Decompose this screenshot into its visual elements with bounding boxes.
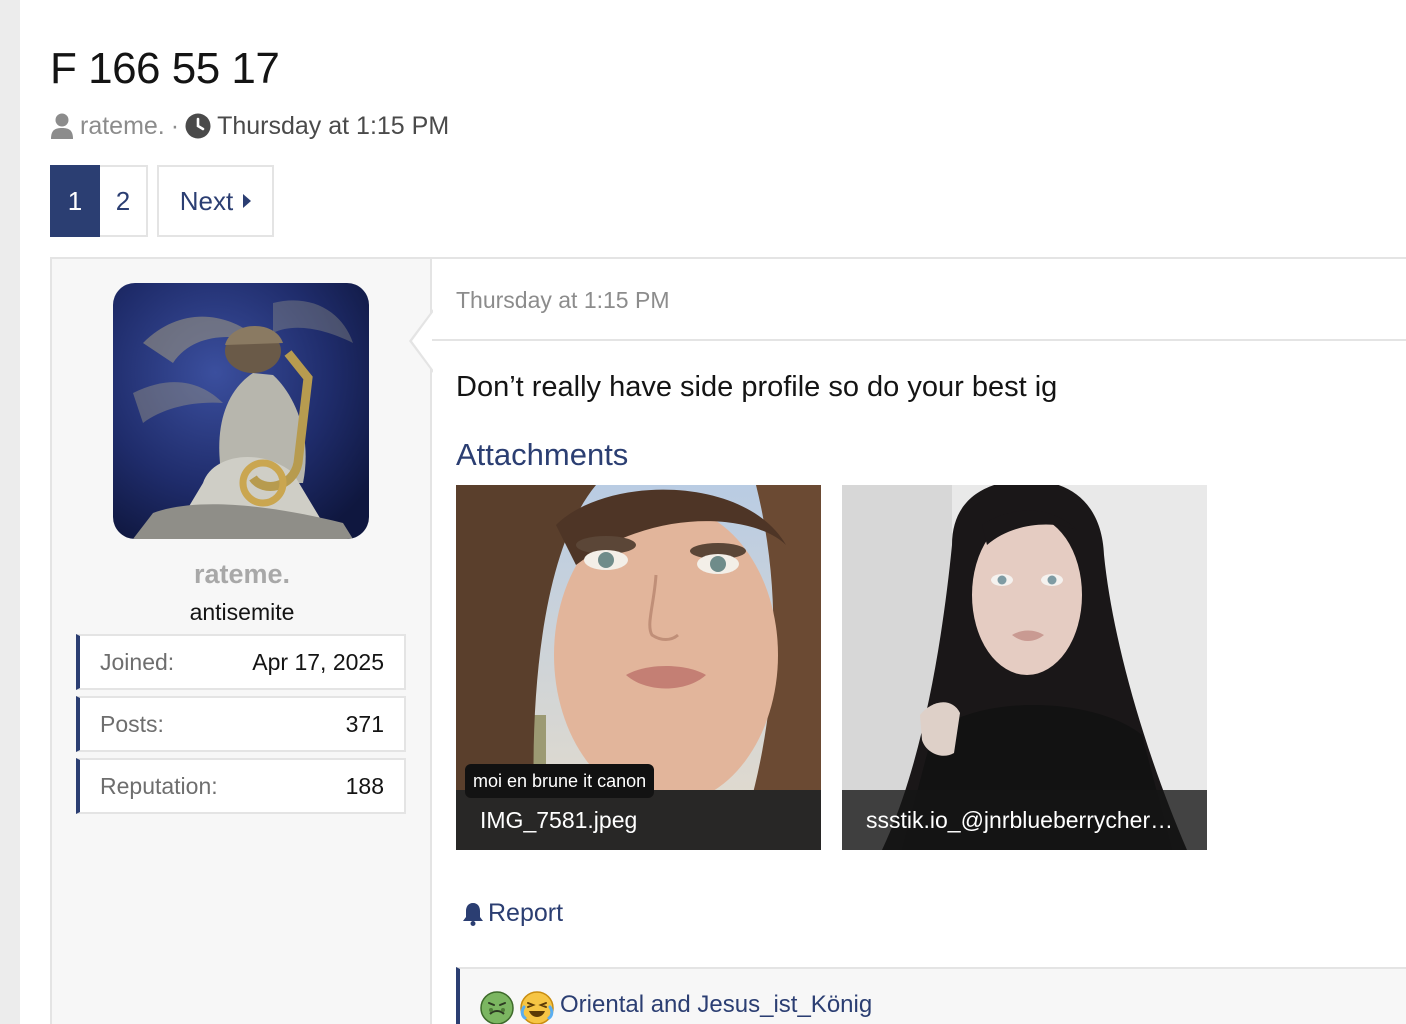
- post-body: Don’t really have side profile so do you…: [456, 371, 1058, 403]
- post-username[interactable]: rateme.: [52, 559, 432, 590]
- stat-label: Posts:: [100, 710, 164, 737]
- stat-reputation: Reputation: 188: [76, 758, 406, 814]
- attachment-filename[interactable]: IMG_7581.jpeg: [456, 790, 821, 850]
- page-1-button[interactable]: 1: [50, 165, 100, 237]
- attachments-heading: Attachments: [456, 437, 629, 472]
- nauseated-face-emoji-icon: [480, 991, 514, 1024]
- avatar[interactable]: [113, 283, 369, 539]
- user-title: antisemite: [189, 599, 295, 625]
- avatar-image: [113, 283, 369, 539]
- crying-laughing-emoji-icon: [520, 991, 554, 1024]
- attachment-thumbnail[interactable]: moi en brune it canon IMG_7581.jpeg: [456, 485, 821, 850]
- pagination: 1 2 Next: [50, 165, 274, 237]
- stat-value[interactable]: 371: [346, 711, 384, 738]
- user-icon: [51, 113, 73, 139]
- thread-meta: rateme. · Thursday at 1:15 PM: [50, 110, 449, 142]
- post-user-column: rateme. antisemite Joined: Apr 17, 2025 …: [52, 259, 432, 1024]
- thread-title: F 166 55 17: [50, 44, 280, 93]
- thread-date[interactable]: Thursday at 1:15 PM: [217, 112, 449, 141]
- bell-icon: [463, 902, 483, 926]
- thread-author-link[interactable]: rateme.: [80, 112, 165, 141]
- reaction-users-link[interactable]: Oriental and Jesus_ist_König: [560, 991, 872, 1019]
- meta-separator: ·: [170, 111, 180, 140]
- reactions-bar: Oriental and Jesus_ist_König: [456, 967, 1406, 1024]
- left-gutter: [0, 0, 20, 1024]
- stat-posts: Posts: 371: [76, 696, 406, 752]
- caret-right-icon: [243, 194, 252, 208]
- post: rateme. antisemite Joined: Apr 17, 2025 …: [50, 257, 1406, 1024]
- page-2-button[interactable]: 2: [100, 165, 148, 237]
- report-label: Report: [488, 899, 564, 927]
- clock-icon: [185, 113, 211, 139]
- stat-value: 188: [345, 772, 384, 799]
- report-link[interactable]: Report: [462, 899, 563, 928]
- post-arrow-inner: [412, 311, 434, 371]
- stat-label: Reputation:: [100, 772, 218, 799]
- next-page-button[interactable]: Next: [157, 165, 274, 237]
- stat-joined: Joined: Apr 17, 2025: [76, 634, 406, 690]
- stat-value: Apr 17, 2025: [252, 648, 384, 675]
- stat-label: Joined:: [100, 648, 175, 675]
- post-divider: [432, 339, 1406, 341]
- next-page-label: Next: [179, 185, 234, 216]
- attachment-thumbnail[interactable]: ssstik.io_@jnrblueberrycher…: [842, 485, 1207, 850]
- attachment-filename[interactable]: ssstik.io_@jnrblueberrycher…: [842, 790, 1207, 850]
- post-date[interactable]: Thursday at 1:15 PM: [456, 287, 670, 314]
